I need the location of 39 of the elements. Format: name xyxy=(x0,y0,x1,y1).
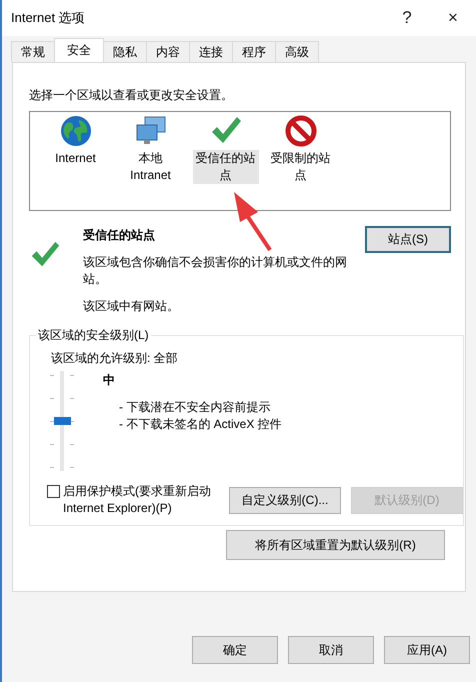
zone-item[interactable]: 受信任的站点 xyxy=(188,114,263,210)
dialog-button[interactable]: 确定 xyxy=(192,636,278,664)
level-name: 中 xyxy=(103,372,116,389)
dialog-button[interactable]: 取消 xyxy=(288,636,374,664)
zone-title: 受信任的站点 xyxy=(83,227,156,244)
globe-icon xyxy=(58,114,92,148)
tab[interactable]: 内容 xyxy=(146,41,190,62)
annotation-arrow xyxy=(234,192,272,252)
sites-button[interactable]: 站点(S) xyxy=(365,226,451,253)
zone-item[interactable]: 受限制的站点 xyxy=(263,114,338,210)
help-button[interactable]: ? xyxy=(384,3,430,33)
zone-label: 受限制的站点 xyxy=(270,150,332,184)
tab[interactable]: 常规 xyxy=(11,41,55,62)
zone-label: Internet xyxy=(54,150,97,167)
no-entry-icon xyxy=(284,114,318,148)
zone-note: 该区域中有网站。 xyxy=(83,298,180,315)
level-detail: - 下载潜在不安全内容前提示 xyxy=(119,399,272,416)
checkbox-label: 启用保护模式(要求重新启动 Internet Explorer)(P) xyxy=(63,483,212,517)
close-button[interactable]: × xyxy=(430,3,476,33)
slider-thumb[interactable] xyxy=(54,417,71,425)
zone-item[interactable]: Internet xyxy=(38,114,113,210)
tab[interactable]: 程序 xyxy=(232,41,276,62)
zone-prompt: 选择一个区域以查看或更改安全设置。 xyxy=(29,87,234,104)
checkbox[interactable] xyxy=(47,485,60,498)
reset-button[interactable]: 将所有区域重置为默认级别(R) xyxy=(226,530,445,560)
zone-label: 受信任的站点 xyxy=(192,150,258,184)
group-legend: 该区域的安全级别(L) xyxy=(36,327,151,344)
tab[interactable]: 连接 xyxy=(189,41,233,62)
zone-item[interactable]: 本地 Intranet xyxy=(113,114,188,210)
tab[interactable]: 隐私 xyxy=(103,41,147,62)
level-button[interactable]: 自定义级别(C)... xyxy=(229,486,341,514)
zone-description: 该区域包含你确信不会损害你的计算机或文件的网站。 xyxy=(83,254,348,288)
zone-label: 本地 Intranet xyxy=(129,150,172,184)
level-detail: - 不下载未签名的 ActiveX 控件 xyxy=(119,416,282,433)
dialog-button[interactable]: 应用(A) xyxy=(384,636,470,664)
allowed-level-text: 该区域的允许级别: 全部 xyxy=(51,350,179,367)
tab[interactable]: 高级 xyxy=(275,41,319,62)
tab[interactable]: 安全 xyxy=(54,38,104,62)
window-title: Internet 选项 xyxy=(11,9,86,27)
